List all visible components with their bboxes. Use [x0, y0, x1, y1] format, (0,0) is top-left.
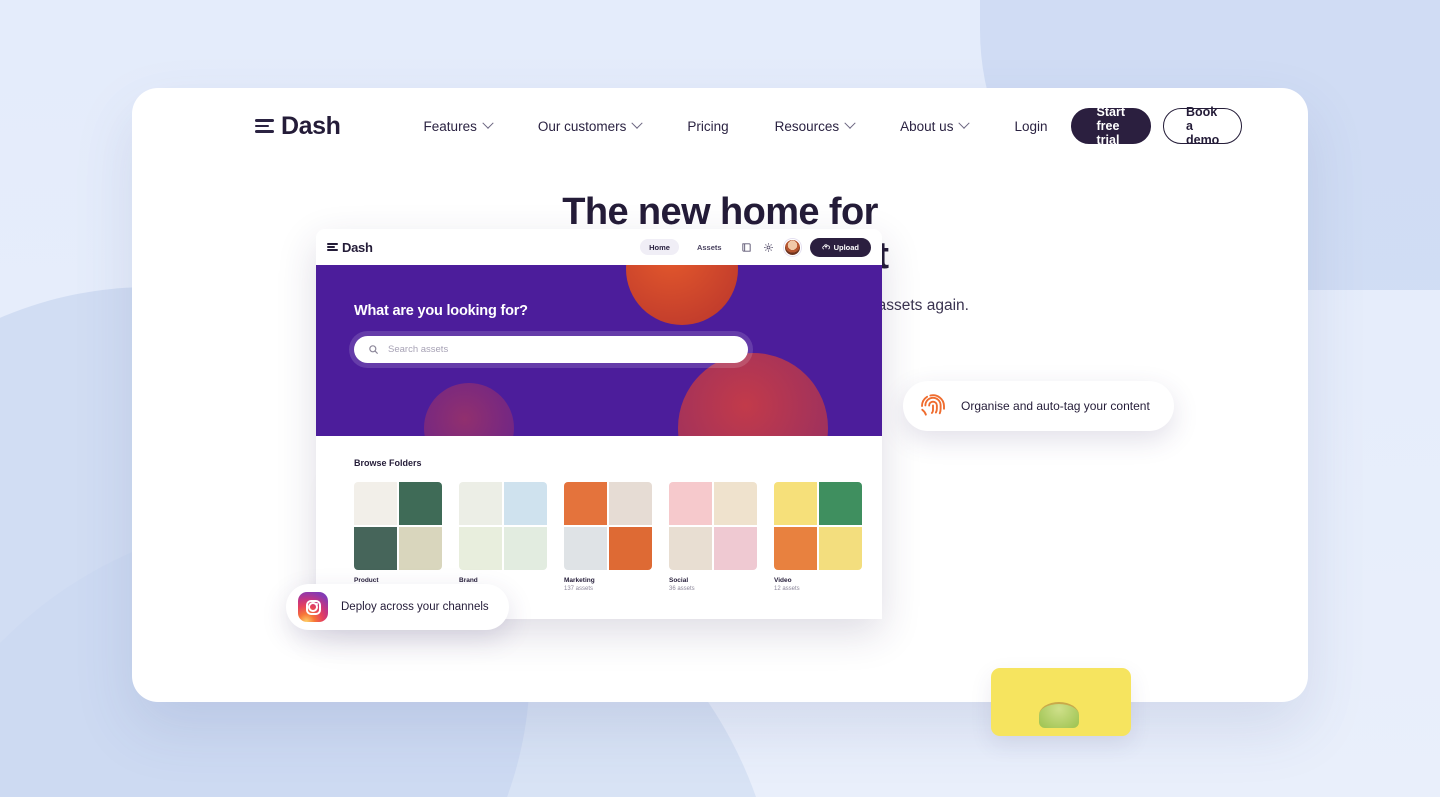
- folder-thumbnail: [398, 526, 442, 570]
- search-input[interactable]: Search assets: [354, 336, 748, 363]
- start-free-trial-button[interactable]: Start free trial: [1070, 105, 1151, 147]
- dash-lines-logo-icon: [327, 243, 338, 251]
- brand-name: Dash: [281, 111, 341, 140]
- search-icon: [369, 345, 379, 355]
- app-tab-home[interactable]: Home: [640, 239, 679, 255]
- nav-item-our-customers[interactable]: Our customers: [515, 117, 665, 134]
- chevron-down-icon: [631, 117, 644, 129]
- folder-name: Product: [354, 577, 379, 584]
- folder-thumbnail: [818, 526, 862, 570]
- nav-links: Features Our customers Pricing Resources…: [401, 117, 1071, 134]
- folder-thumbnail: [459, 526, 503, 570]
- app-search-hero: What are you looking for? Search assets: [316, 265, 882, 436]
- search-placeholder: Search assets: [388, 344, 449, 355]
- folder-card[interactable]: Product562 assets: [354, 482, 442, 592]
- instagram-icon: [298, 592, 328, 622]
- nav-item-label: Pricing: [687, 118, 729, 134]
- folder-thumbnail-grid: [354, 482, 442, 570]
- nav-item-pricing[interactable]: Pricing: [664, 119, 751, 134]
- folder-thumbnail: [503, 526, 547, 570]
- folder-card[interactable]: Video 12 assets: [774, 482, 862, 592]
- folder-name: Video: [774, 577, 792, 584]
- decorative-blob: [678, 353, 828, 436]
- folder-name: Brand: [459, 577, 478, 584]
- chevron-down-icon: [958, 117, 971, 129]
- callout-text: Organise and auto-tag your content: [961, 399, 1150, 413]
- nav-item-label: About us: [900, 118, 954, 134]
- folder-thumbnail: [564, 482, 608, 526]
- folder-thumbnail: [713, 526, 757, 570]
- nav-item-label: Resources: [774, 118, 840, 134]
- folder-thumbnail: [774, 526, 818, 570]
- folder-thumbnail: [774, 482, 818, 526]
- folder-card[interactable]: Social 36 assets: [669, 482, 757, 592]
- upload-button-label: Upload: [833, 242, 859, 252]
- app-top-bar: Dash Home Assets Upload: [316, 229, 882, 265]
- folder-thumbnail-grid: [459, 482, 547, 570]
- chevron-down-icon: [482, 117, 494, 129]
- lime-image: [1039, 702, 1079, 728]
- folder-thumbnail: [459, 482, 503, 526]
- brand-logo[interactable]: Dash: [255, 112, 341, 141]
- app-brand-name: Dash: [342, 239, 373, 255]
- top-navigation: Dash Features Our customers Pricing Reso…: [132, 98, 1308, 154]
- app-screenshot-mockup: Dash Home Assets Upload What are you loo…: [316, 229, 882, 619]
- page-root: Dash Features Our customers Pricing Reso…: [0, 0, 1440, 797]
- folder-name: Social: [669, 577, 689, 584]
- folder-card[interactable]: Marketing 137 assets: [564, 482, 652, 592]
- app-top-bar-controls: Home Assets Upload: [640, 237, 871, 257]
- folder-thumbnail: [608, 482, 652, 526]
- gear-icon[interactable]: [762, 241, 775, 254]
- nav-item-login[interactable]: Login: [991, 119, 1070, 134]
- nav-item-label: Features: [423, 118, 477, 134]
- nav-cta-group: Start free trial Book a demo: [1070, 105, 1243, 147]
- book-icon[interactable]: [740, 241, 753, 254]
- folder-name: Marketing: [564, 577, 595, 584]
- dash-lines-logo-icon: [255, 119, 274, 133]
- folder-thumbnail-grid: [564, 482, 652, 570]
- folder-thumbnail: [608, 526, 652, 570]
- callout-deploy-channels: Deploy across your channels: [286, 584, 509, 630]
- folder-grid: Product562 assetsBrand34 assetsMarketing…: [354, 482, 882, 592]
- folder-asset-count: 12 assets: [774, 586, 800, 592]
- folder-thumbnail: [713, 482, 757, 526]
- upload-cloud-icon: [821, 244, 830, 250]
- folder-thumbnail: [818, 482, 862, 526]
- folder-thumbnail: [564, 526, 608, 570]
- nav-item-about-us[interactable]: About us: [877, 117, 991, 134]
- app-tab-assets[interactable]: Assets: [688, 239, 731, 255]
- folder-thumbnail: [354, 526, 398, 570]
- chevron-down-icon: [844, 117, 856, 129]
- callout-text: Deploy across your channels: [341, 601, 489, 613]
- app-search-heading: What are you looking for?: [354, 303, 528, 319]
- nav-item-features[interactable]: Features: [401, 117, 515, 134]
- folder-thumbnail-grid: [774, 482, 862, 570]
- fingerprint-icon: [921, 394, 945, 416]
- nav-item-label: Login: [1014, 118, 1048, 134]
- avatar[interactable]: [783, 238, 801, 256]
- folder-asset-count: 36 assets: [669, 586, 695, 592]
- hero-heading-line-1: The new home for: [562, 191, 878, 233]
- callout-organise-auto-tag: Organise and auto-tag your content: [903, 381, 1174, 431]
- book-a-demo-button[interactable]: Book a demo: [1162, 105, 1243, 147]
- nav-item-resources[interactable]: Resources: [752, 117, 878, 134]
- folder-card[interactable]: Brand34 assets: [459, 482, 547, 592]
- app-brand-logo[interactable]: Dash: [327, 240, 373, 255]
- folder-thumbnail-grid: [669, 482, 757, 570]
- folder-thumbnail: [669, 482, 713, 526]
- folder-asset-count: 137 assets: [564, 586, 594, 592]
- decorative-blob: [424, 383, 514, 436]
- folder-thumbnail: [354, 482, 398, 526]
- folder-thumbnail: [669, 526, 713, 570]
- folder-thumbnail: [398, 482, 442, 526]
- browse-folders-title: Browse Folders: [354, 458, 422, 468]
- decorative-yellow-asset-card: [991, 668, 1131, 736]
- upload-button[interactable]: Upload: [809, 237, 871, 257]
- nav-item-label: Our customers: [537, 118, 627, 134]
- folder-thumbnail: [503, 482, 547, 526]
